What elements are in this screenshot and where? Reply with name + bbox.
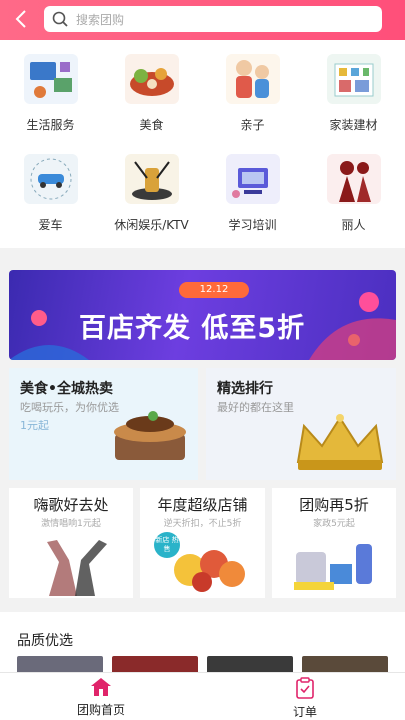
category-label: 家装建材 [329, 118, 378, 132]
tab-label: 订单 [292, 705, 317, 719]
category-beauty[interactable]: 丽人 [303, 154, 404, 233]
tab-home[interactable]: 团购首页 [66, 677, 136, 718]
food-icon [124, 54, 179, 104]
category-label: 美食 [139, 118, 164, 132]
promo-title: 美食•全城热卖 [20, 381, 113, 397]
promo-food-hot[interactable]: 美食•全城热卖 吃喝玩乐，为你优选 1元起 [9, 368, 198, 480]
category-label: 爱车 [38, 218, 63, 232]
category-car[interactable]: 爱车 [0, 154, 101, 233]
fruit-image [174, 550, 245, 592]
grill-dish-image [114, 411, 186, 460]
promo-subtitle: 激情唱响1元起 [41, 519, 101, 529]
banner-date: 12.12 [179, 282, 249, 298]
search-placeholder: 搜索团购 [76, 12, 125, 27]
back-button[interactable] [8, 6, 34, 32]
promo-subtitle: 逆天折扣，不止5折 [163, 519, 242, 529]
promo-banner[interactable]: 12.12 百店齐发 低至5折 [9, 270, 396, 360]
singers-image [47, 540, 107, 596]
category-leisure-ktv[interactable]: 休闲娱乐/KTV [101, 154, 202, 233]
chevron-left-icon [15, 10, 26, 28]
category-grid: 生活服务 美食 亲子 家装建材 爱车 休闲娱乐/KTV 学习培训 丽人 [0, 40, 405, 248]
home-icon [91, 678, 111, 696]
car-icon [23, 154, 78, 204]
promo-title: 团购再5折 [299, 496, 369, 514]
banner-title: 百店齐发 低至5折 [79, 313, 306, 344]
leisure-ktv-icon [124, 154, 179, 204]
category-parent-child[interactable]: 亲子 [202, 54, 303, 133]
crown-icon [296, 414, 384, 470]
beauty-icon [326, 154, 381, 204]
promo-subtitle: 家政5元起 [313, 519, 355, 529]
promo-housekeeping[interactable]: 团购再5折 家政5元起 [272, 488, 396, 598]
category-training[interactable]: 学习培训 [202, 154, 303, 233]
search-input[interactable]: 搜索团购 [44, 6, 382, 32]
promo-ranking[interactable]: 精选排行 最好的都在这里 [206, 368, 396, 480]
search-icon [52, 11, 68, 27]
life-service-icon [23, 54, 78, 104]
tab-label: 团购首页 [76, 703, 125, 717]
category-home-decor[interactable]: 家装建材 [303, 54, 404, 133]
order-icon [296, 677, 314, 699]
section-title: 品质优选 [17, 633, 73, 649]
promo-ktv[interactable]: 嗨歌好去处 激情唱响1元起 [9, 488, 133, 598]
promo-subtitle: 最好的都在这里 [217, 401, 294, 414]
tab-orders[interactable]: 订单 [270, 677, 340, 720]
category-label: 生活服务 [26, 118, 75, 132]
category-label: 学习培训 [228, 218, 277, 232]
category-label: 休闲娱乐/KTV [114, 218, 189, 232]
category-label: 亲子 [240, 118, 265, 132]
cleaning-supplies-image [294, 544, 372, 590]
quality-section: 品质优选 [0, 612, 405, 674]
category-label: 丽人 [341, 218, 366, 232]
promo-tag: 1元起 [20, 419, 49, 432]
parent-child-icon [225, 54, 280, 104]
promo-title: 精选排行 [217, 381, 273, 397]
promo-title: 年度超级店铺 [157, 496, 248, 514]
category-food[interactable]: 美食 [101, 54, 202, 133]
home-decor-icon [326, 54, 381, 104]
promo-super-store[interactable]: 年度超级店铺 逆天折扣，不止5折 新店 热售 [140, 488, 265, 598]
category-life-service[interactable]: 生活服务 [0, 54, 101, 133]
header-bar: 搜索团购 [0, 0, 405, 40]
training-icon [225, 154, 280, 204]
bottom-tab-bar: 团购首页 订单 [0, 672, 405, 720]
promo-title: 嗨歌好去处 [33, 496, 109, 514]
